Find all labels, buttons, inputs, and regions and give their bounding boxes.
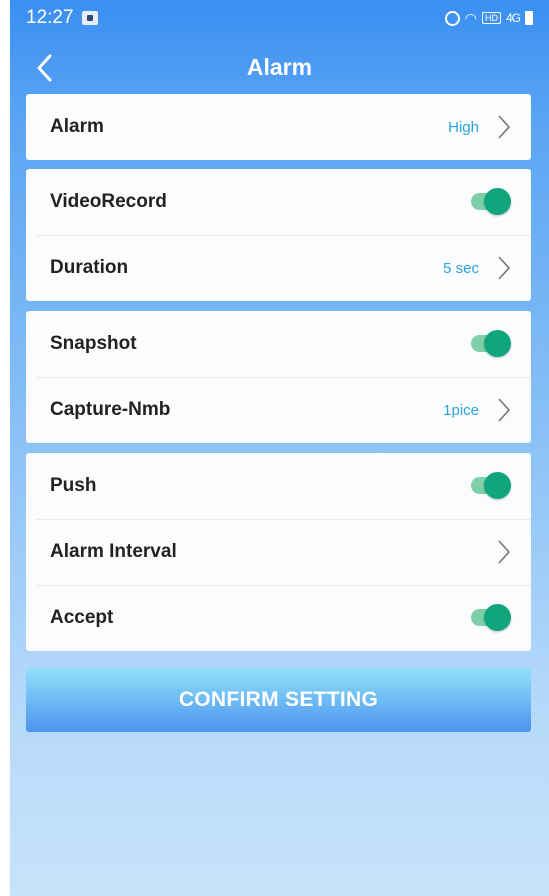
- settings-group-alarm: Alarm High: [26, 94, 531, 160]
- row-right: [471, 472, 511, 500]
- chevron-right-icon: [497, 539, 511, 565]
- confirm-setting-button[interactable]: CONFIRM SETTING: [26, 668, 531, 732]
- row-videorecord: VideoRecord: [26, 169, 531, 235]
- row-label: Duration: [50, 257, 129, 278]
- chevron-right-icon: [497, 255, 511, 281]
- row-label: VideoRecord: [50, 191, 167, 212]
- row-label: Accept: [50, 607, 114, 628]
- row-label: Capture-Nmb: [50, 399, 171, 420]
- snapshot-toggle[interactable]: [471, 330, 511, 358]
- row-value: 5 sec: [443, 259, 479, 277]
- settings-group-snapshot: Snapshot Capture-Nmb 1pice: [26, 311, 531, 443]
- hd-icon: HD: [481, 12, 501, 24]
- row-label: Snapshot: [50, 333, 137, 354]
- toggle-knob: [484, 604, 511, 631]
- row-duration[interactable]: Duration 5 sec: [26, 235, 531, 301]
- signal-4g-icon: 4G: [505, 11, 521, 25]
- status-icons: ◠ HD 4G: [444, 9, 533, 27]
- confirm-label: CONFIRM SETTING: [178, 688, 379, 711]
- settings-group-video: VideoRecord Duration 5 sec: [26, 169, 531, 301]
- row-right: High: [448, 114, 511, 140]
- row-snapshot: Snapshot: [26, 311, 531, 377]
- alarm-icon: [444, 10, 460, 26]
- chevron-right-icon: [497, 397, 511, 423]
- notification-icon: [81, 11, 98, 25]
- videorecord-toggle[interactable]: [471, 188, 511, 216]
- row-value: High: [448, 118, 479, 136]
- accept-toggle[interactable]: [471, 604, 511, 632]
- settings-group-push: Push Alarm Interval Accept: [26, 453, 531, 651]
- row-right: [497, 539, 511, 565]
- row-right: 5 sec: [443, 255, 511, 281]
- toggle-knob: [484, 330, 511, 357]
- row-right: [471, 330, 511, 358]
- battery-icon: [525, 11, 533, 25]
- row-right: [471, 188, 511, 216]
- status-time: 12:27: [26, 7, 74, 28]
- header: Alarm: [10, 40, 549, 96]
- row-push: Push: [26, 453, 531, 519]
- row-accept: Accept: [26, 585, 531, 651]
- row-value: 1pice: [443, 401, 479, 419]
- toggle-knob: [484, 472, 511, 499]
- status-bar: 12:27 ◠ HD 4G: [10, 0, 549, 36]
- row-right: [471, 604, 511, 632]
- row-label: Alarm: [50, 116, 104, 137]
- wifi-icon: ◠: [464, 9, 477, 26]
- screen: 12:27 ◠ HD 4G Alarm Alarm High VideoReco…: [10, 0, 549, 896]
- toggle-knob: [484, 188, 511, 215]
- chevron-right-icon: [497, 114, 511, 140]
- row-alarm-level[interactable]: Alarm High: [26, 94, 531, 160]
- row-right: 1pice: [443, 397, 511, 423]
- push-toggle[interactable]: [471, 472, 511, 500]
- row-label: Alarm Interval: [50, 541, 177, 562]
- page-title: Alarm: [246, 54, 313, 80]
- row-label: Push: [50, 475, 97, 496]
- row-alarm-interval[interactable]: Alarm Interval: [26, 519, 531, 585]
- row-capture-nmb[interactable]: Capture-Nmb 1pice: [26, 377, 531, 443]
